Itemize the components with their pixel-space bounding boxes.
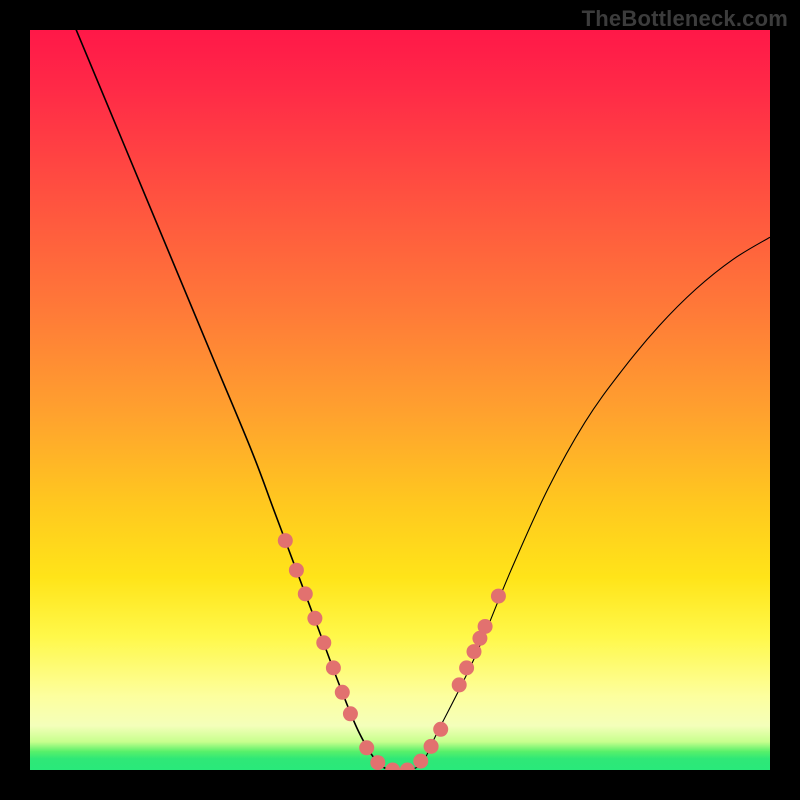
data-point-marker — [452, 677, 467, 692]
data-point-marker — [343, 706, 358, 721]
data-point-marker — [370, 755, 385, 770]
data-point-marker — [326, 660, 341, 675]
data-point-marker — [289, 563, 304, 578]
chart-frame: TheBottleneck.com — [0, 0, 800, 800]
curve-right-branch — [393, 237, 770, 770]
data-point-marker — [335, 685, 350, 700]
data-point-marker — [359, 740, 374, 755]
data-point-marker — [491, 589, 506, 604]
data-point-marker — [478, 619, 493, 634]
data-point-marker — [413, 754, 428, 769]
data-point-marker — [467, 644, 482, 659]
data-point-marker — [385, 763, 400, 771]
data-point-marker — [307, 611, 322, 626]
data-point-marker — [424, 739, 439, 754]
curve-left-branch — [30, 30, 407, 770]
data-point-marker — [316, 635, 331, 650]
data-point-marker — [433, 722, 448, 737]
curve-markers — [278, 533, 506, 770]
curve-svg — [30, 30, 770, 770]
watermark-text: TheBottleneck.com — [582, 6, 788, 32]
data-point-marker — [400, 763, 415, 771]
data-point-marker — [278, 533, 293, 548]
data-point-marker — [298, 586, 313, 601]
plot-area — [30, 30, 770, 770]
data-point-marker — [459, 660, 474, 675]
